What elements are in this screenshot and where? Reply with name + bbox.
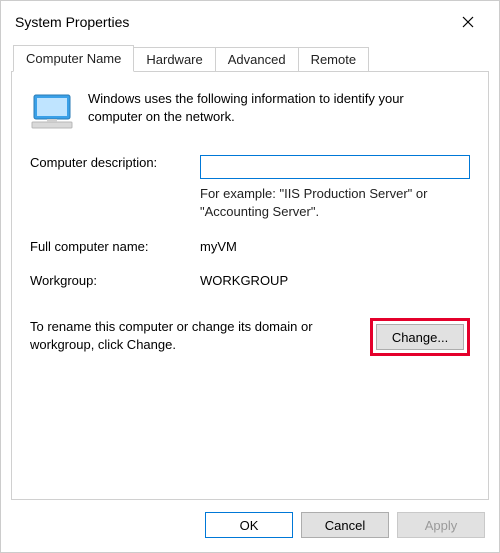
rename-row: To rename this computer or change its do… [30,318,470,356]
tab-advanced[interactable]: Advanced [215,47,299,71]
close-icon [462,16,474,28]
description-input[interactable] [200,155,470,179]
tab-panel-computer-name: Windows uses the following information t… [11,71,489,500]
tab-strip: Computer Name Hardware Advanced Remote [11,45,489,71]
change-button[interactable]: Change... [376,324,464,350]
intro-text: Windows uses the following information t… [88,90,470,132]
description-label: Computer description: [30,152,200,170]
window-title: System Properties [15,14,129,30]
tab-computer-name[interactable]: Computer Name [13,45,134,72]
tab-remote[interactable]: Remote [298,47,370,71]
full-name-label: Full computer name: [30,236,200,254]
tab-control: Computer Name Hardware Advanced Remote W… [11,45,489,500]
description-row: Computer description: For example: "IIS … [30,152,470,220]
close-button[interactable] [447,7,489,37]
full-name-row: Full computer name: myVM [30,236,470,254]
full-name-value: myVM [200,236,470,254]
computer-icon [30,92,74,132]
change-button-highlight: Change... [370,318,470,356]
system-properties-window: System Properties Computer Name Hardware… [0,0,500,553]
titlebar: System Properties [1,1,499,41]
ok-button[interactable]: OK [205,512,293,538]
apply-button: Apply [397,512,485,538]
intro-row: Windows uses the following information t… [30,90,470,132]
cancel-button[interactable]: Cancel [301,512,389,538]
workgroup-row: Workgroup: WORKGROUP [30,270,470,288]
rename-text: To rename this computer or change its do… [30,318,356,353]
tab-hardware[interactable]: Hardware [133,47,215,71]
description-example: For example: "IIS Production Server" or … [200,185,470,220]
workgroup-label: Workgroup: [30,270,200,288]
dialog-buttons: OK Cancel Apply [1,500,499,552]
workgroup-value: WORKGROUP [200,270,470,288]
